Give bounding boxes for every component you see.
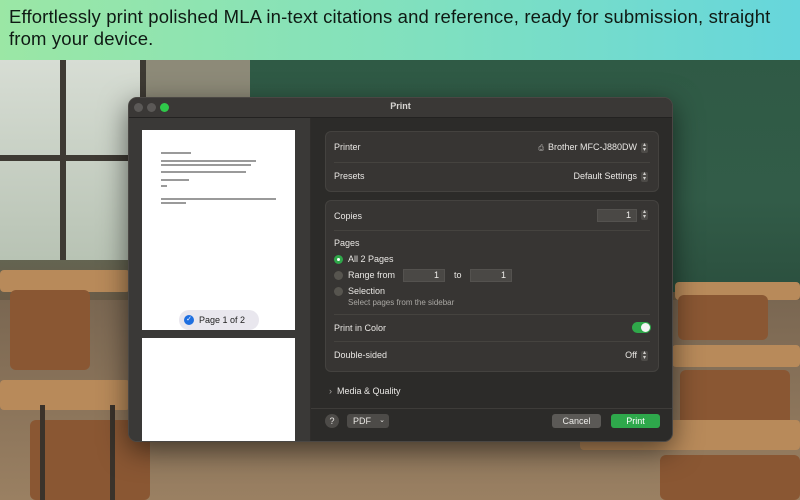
range-to-label: to [454,270,462,280]
desk-leg [110,405,115,500]
chair [660,455,800,500]
preview-text-line [161,202,186,204]
preview-text-line [161,198,276,200]
divider [334,230,650,231]
page-indicator: ✓ Page 1 of 2 [179,310,259,330]
print-button[interactable]: Print [611,414,660,428]
divider [334,314,650,315]
double-sided-label: Double-sided [334,350,388,360]
up-down-chevron-icon: ▴ ▾ [641,170,648,182]
print-in-color-toggle[interactable] [632,322,651,333]
desk [672,345,800,367]
settings-panel: Printer ⎙ Brother MFC-J880DW ▴ ▾ Presets De… [311,118,672,441]
preview-text-line [161,152,191,154]
divider [334,162,650,163]
range-label: Range from [348,270,396,280]
printer-group: Printer ⎙ Brother MFC-J880DW ▴ ▾ Presets De… [325,131,659,192]
printer-label: Printer [334,142,361,152]
preview-text-line [161,179,189,181]
copies-field[interactable]: 1 [597,209,637,222]
range-to-field[interactable]: 1 [470,269,512,282]
presets-select[interactable]: Default Settings ▴ ▾ [573,171,648,182]
help-button[interactable]: ? [325,414,339,428]
checkmark-icon: ✓ [184,315,194,325]
footer-divider [311,408,672,409]
selection-hint: Select pages from the sidebar [348,298,455,307]
desk-leg [40,405,45,500]
dialog-title: Print [390,101,411,111]
printer-select[interactable]: ⎙ Brother MFC-J880DW ▴ ▾ [538,142,648,153]
print-dialog: Print ✓ Page 1 of 2 Printer ⎙ Brother MFC… [128,97,673,442]
range-radio[interactable] [334,271,343,280]
print-in-color-label: Print in Color [334,323,387,333]
media-quality-label: Media & Quality [337,386,401,396]
chevron-down-icon: ⌄ [379,417,385,424]
preview-sidebar[interactable]: ✓ Page 1 of 2 [129,118,310,441]
chevron-right-icon: › [329,386,332,396]
presets-label: Presets [334,171,365,181]
selection-radio[interactable] [334,287,343,296]
title-bar: Print [129,98,672,118]
pages-label: Pages [334,238,360,248]
media-quality-disclosure[interactable]: › Media & Quality [329,386,401,396]
banner-text: Effortlessly print polished MLA in-text … [9,6,771,49]
copies-label: Copies [334,211,363,221]
range-from-field[interactable]: 1 [403,269,445,282]
printer-icon: ⎙ [538,145,544,152]
desk [0,270,130,292]
up-down-chevron-icon: ▴ ▾ [641,141,648,153]
page-thumbnail-1[interactable]: ✓ Page 1 of 2 [142,130,295,330]
printer-value: Brother MFC-J880DW [547,142,637,152]
promo-banner: Effortlessly print polished MLA in-text … [0,0,800,60]
chair [678,295,768,340]
presets-value: Default Settings [573,171,637,181]
copies-stepper[interactable]: ▴ ▾ [641,209,648,220]
preview-text-line [161,171,246,173]
pdf-menu-button[interactable]: PDF ⌄ [347,414,389,428]
chair [10,290,90,370]
options-group: Copies 1 ▴ ▾ Pages All 2 Pages Range from… [325,200,659,372]
pdf-label: PDF [353,416,371,426]
page-indicator-label: Page 1 of 2 [199,315,246,325]
cancel-button[interactable]: Cancel [552,414,601,428]
divider [334,341,650,342]
preview-text-line [161,160,256,162]
page-thumbnail-2[interactable] [142,338,295,441]
all-pages-label: All 2 Pages [348,254,394,264]
classroom-window [0,60,146,260]
preview-text-line [161,185,167,187]
selection-label: Selection [348,286,386,296]
up-down-chevron-icon: ▴ ▾ [641,349,648,361]
all-pages-radio[interactable] [334,255,343,264]
double-sided-select[interactable]: Off ▴ ▾ [625,350,648,361]
preview-text-line [161,164,251,166]
double-sided-value: Off [625,350,637,360]
